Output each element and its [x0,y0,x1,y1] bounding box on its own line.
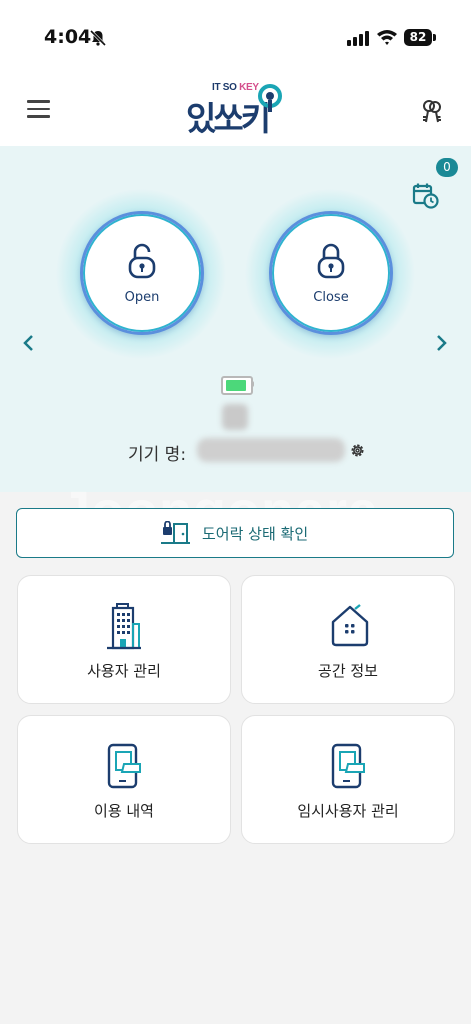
phone-doc-icon [331,743,365,789]
usage-history-card[interactable]: 이용 내역 [17,715,231,844]
bell-muted-icon [89,29,107,47]
hamburger-menu-icon[interactable] [27,100,50,118]
status-bar: 4:04 82 [0,0,471,76]
home-icon [331,604,369,647]
usage-history-label: 이용 내역 [94,802,154,820]
door-status-button[interactable]: 도어락 상태 확인 [16,508,454,558]
building-icon [107,603,141,650]
logo-ring-icon [258,84,282,112]
door-status-label: 도어락 상태 확인 [202,525,309,543]
notification-badge: 0 [436,158,458,177]
space-info-label: 공간 정보 [318,662,378,680]
open-label: Open [124,290,160,305]
space-info-card[interactable]: 공간 정보 [241,575,455,704]
chevron-left-icon[interactable] [22,334,36,352]
unlock-icon [128,243,156,279]
signal-icon [347,31,369,46]
redacted-status [222,404,248,430]
door-lock-icon [161,521,190,544]
battery-icon: 82 [404,29,432,46]
device-battery-tip [251,381,254,387]
user-management-card[interactable]: 사용자 관리 [17,575,231,704]
schedule-calendar-icon[interactable] [412,182,439,209]
device-battery-icon [221,376,253,395]
lock-icon [317,243,345,279]
close-label: Close [313,290,349,305]
app-header: IT SO KEY 있쏘키 [0,76,471,146]
device-name-label: 기기 명: [128,445,187,465]
user-management-label: 사용자 관리 [87,662,161,680]
temp-user-management-card[interactable]: 임시사용자 관리 [241,715,455,844]
redacted-device-name [197,438,345,462]
status-time: 4:04 [44,26,92,48]
gear-icon[interactable] [349,442,366,459]
app-logo: IT SO KEY 있쏘키 [184,82,288,142]
battery-tip [433,34,436,41]
keys-icon[interactable] [420,98,444,124]
open-button[interactable]: Open [80,211,204,335]
temp-user-management-label: 임시사용자 관리 [297,802,399,820]
phone-doc-icon [107,743,141,789]
wifi-icon [377,30,397,45]
chevron-right-icon[interactable] [434,334,448,352]
control-panel: 0 Open Close 기기 명: [0,146,471,492]
close-button[interactable]: Close [269,211,393,335]
